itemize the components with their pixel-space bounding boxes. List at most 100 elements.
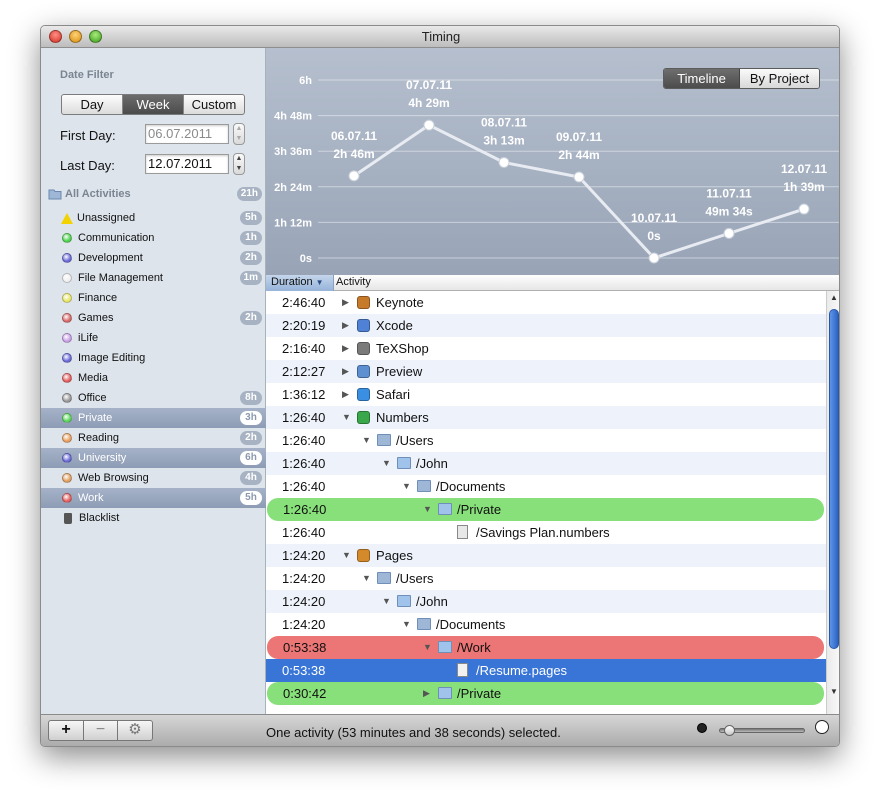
title-bar[interactable]: Timing — [41, 26, 839, 48]
range-tab-custom[interactable]: Custom — [184, 95, 244, 114]
activity-item-unassigned[interactable]: Unassigned 5h — [41, 208, 266, 228]
close-window-button[interactable] — [49, 30, 62, 43]
table-row[interactable]: 1:24:20 ▼ /John — [266, 590, 826, 613]
disclosure-expanded-icon[interactable]: ▼ — [382, 590, 391, 613]
activity-name-cell: /Resume.pages — [476, 663, 568, 678]
duration-cell: 0:53:38 — [283, 640, 327, 655]
vertical-scrollbar[interactable]: ▲ ▼ — [826, 291, 839, 714]
scroll-down-arrow[interactable]: ▼ — [830, 687, 838, 696]
table-row[interactable]: 1:24:20 ▼ /Documents — [266, 613, 826, 636]
disclosure-expanded-icon[interactable]: ▼ — [362, 429, 371, 452]
table-row[interactable]: 2:20:19 ▶ Xcode — [266, 314, 826, 337]
scrollbar-thumb[interactable] — [829, 309, 839, 649]
remove-button[interactable]: − — [83, 720, 118, 741]
disclosure-expanded-icon[interactable]: ▼ — [423, 498, 432, 521]
table-row[interactable]: 2:12:27 ▶ Preview — [266, 360, 826, 383]
disclosure-collapsed-icon[interactable]: ▶ — [342, 383, 349, 406]
add-button[interactable]: + — [48, 720, 84, 741]
disclosure-collapsed-icon[interactable]: ▶ — [423, 682, 430, 705]
table-row[interactable]: 1:26:40 ▼ /John — [266, 452, 826, 475]
activity-item-games[interactable]: Games 2h — [41, 308, 266, 328]
data-point[interactable] — [348, 170, 360, 182]
y-tick-label: 1h 12m — [274, 217, 312, 229]
duration-column-header[interactable]: Duration ▼ — [266, 275, 334, 291]
table-row[interactable]: 1:26:40 ▼ /Users — [266, 429, 826, 452]
table-row[interactable]: 2:16:40 ▶ TeXShop — [266, 337, 826, 360]
activity-item-file-management[interactable]: File Management 1m — [41, 268, 266, 288]
disclosure-collapsed-icon[interactable]: ▶ — [342, 337, 349, 360]
point-value-label: 49m 34s — [705, 204, 753, 218]
action-gear-button[interactable]: ⚙ — [117, 720, 153, 741]
activity-name-cell: /Savings Plan.numbers — [476, 525, 610, 540]
disclosure-expanded-icon[interactable]: ▼ — [342, 544, 351, 567]
preview-icon — [357, 365, 370, 378]
table-row[interactable]: 2:46:40 ▶ Keynote — [266, 291, 826, 314]
table-row[interactable]: 1:26:40 ▼ Numbers — [266, 406, 826, 429]
last-day-stepper[interactable]: ▲ ▼ — [233, 153, 245, 175]
activity-item-private[interactable]: Private 3h — [41, 408, 266, 428]
activity-name-cell: TeXShop — [376, 341, 429, 356]
zoom-window-button[interactable] — [89, 30, 102, 43]
view-tab-by-project[interactable]: By Project — [740, 69, 819, 88]
disclosure-expanded-icon[interactable]: ▼ — [342, 406, 351, 429]
minimize-window-button[interactable] — [69, 30, 82, 43]
data-point[interactable] — [573, 171, 585, 183]
range-tab-day[interactable]: Day — [62, 95, 123, 114]
activity-label: Games — [78, 312, 114, 324]
data-point[interactable] — [498, 156, 510, 168]
scroll-up-arrow[interactable]: ▲ — [830, 293, 838, 302]
table-row[interactable]: 1:26:40 ▼ /Documents — [266, 475, 826, 498]
activity-label: Unassigned — [77, 212, 136, 224]
activity-item-web-browsing[interactable]: Web Browsing 4h — [41, 468, 266, 488]
data-point[interactable] — [798, 203, 810, 215]
duration-cell: 1:36:12 — [282, 387, 326, 402]
activity-item-work[interactable]: Work 5h — [41, 488, 266, 508]
table-row[interactable]: 1:36:12 ▶ Safari — [266, 383, 826, 406]
zoom-slider-knob[interactable] — [723, 725, 735, 736]
activity-badge: 2h — [240, 311, 262, 325]
disclosure-collapsed-icon[interactable]: ▶ — [342, 360, 349, 383]
disclosure-expanded-icon[interactable]: ▼ — [423, 636, 432, 659]
date-filter-label: Date Filter — [60, 69, 114, 81]
disclosure-expanded-icon[interactable]: ▼ — [362, 567, 371, 590]
activity-item-communication[interactable]: Communication 1h — [41, 228, 266, 248]
table-row[interactable]: 1:24:20 ▼ Pages — [266, 544, 826, 567]
point-date-label: 08.07.11 — [481, 115, 527, 129]
table-row[interactable]: 1:26:40/Savings Plan.numbers — [266, 521, 826, 544]
activity-column-header[interactable]: Activity — [336, 275, 371, 290]
activity-item-university[interactable]: University 6h — [41, 448, 266, 468]
activity-item-ilife[interactable]: iLife — [41, 328, 266, 348]
range-tab-week[interactable]: Week — [123, 95, 184, 114]
activity-badge: 4h — [240, 471, 262, 485]
data-point[interactable] — [648, 252, 660, 264]
all-activities-item[interactable]: All Activities 21h — [41, 184, 266, 204]
activity-name-cell: /Work — [457, 640, 491, 655]
data-point[interactable] — [723, 227, 735, 239]
table-row[interactable]: 0:53:38/Resume.pages — [266, 659, 826, 682]
table-row[interactable]: 1:24:20 ▼ /Users — [266, 567, 826, 590]
table-row[interactable]: 1:26:40 ▼ /Private — [267, 498, 824, 521]
activity-item-finance[interactable]: Finance — [41, 288, 266, 308]
activity-item-reading[interactable]: Reading 2h — [41, 428, 266, 448]
last-day-field[interactable]: 12.07.2011 — [145, 154, 229, 174]
first-day-field[interactable]: 06.07.2011 — [145, 124, 229, 144]
disclosure-collapsed-icon[interactable]: ▶ — [342, 291, 349, 314]
table-row[interactable]: 0:53:38 ▼ /Work — [267, 636, 824, 659]
disclosure-expanded-icon[interactable]: ▼ — [402, 475, 411, 498]
table-row[interactable]: 0:30:42 ▶ /Private — [267, 682, 824, 705]
pages-icon — [357, 549, 370, 562]
activity-item-image-editing[interactable]: Image Editing — [41, 348, 266, 368]
data-point[interactable] — [423, 119, 435, 131]
disclosure-expanded-icon[interactable]: ▼ — [382, 452, 391, 475]
activity-name-cell: Xcode — [376, 318, 413, 333]
activity-name-cell: /Documents — [436, 479, 506, 494]
activity-item-office[interactable]: Office 8h — [41, 388, 266, 408]
activity-item-media[interactable]: Media — [41, 368, 266, 388]
activity-item-blacklist[interactable]: Blacklist — [41, 508, 266, 528]
disclosure-collapsed-icon[interactable]: ▶ — [342, 314, 349, 337]
zoom-slider[interactable] — [719, 725, 805, 736]
disclosure-expanded-icon[interactable]: ▼ — [402, 613, 411, 636]
first-day-stepper[interactable]: ▲ ▼ — [233, 123, 245, 145]
view-tab-timeline[interactable]: Timeline — [664, 69, 741, 88]
activity-item-development[interactable]: Development 2h — [41, 248, 266, 268]
